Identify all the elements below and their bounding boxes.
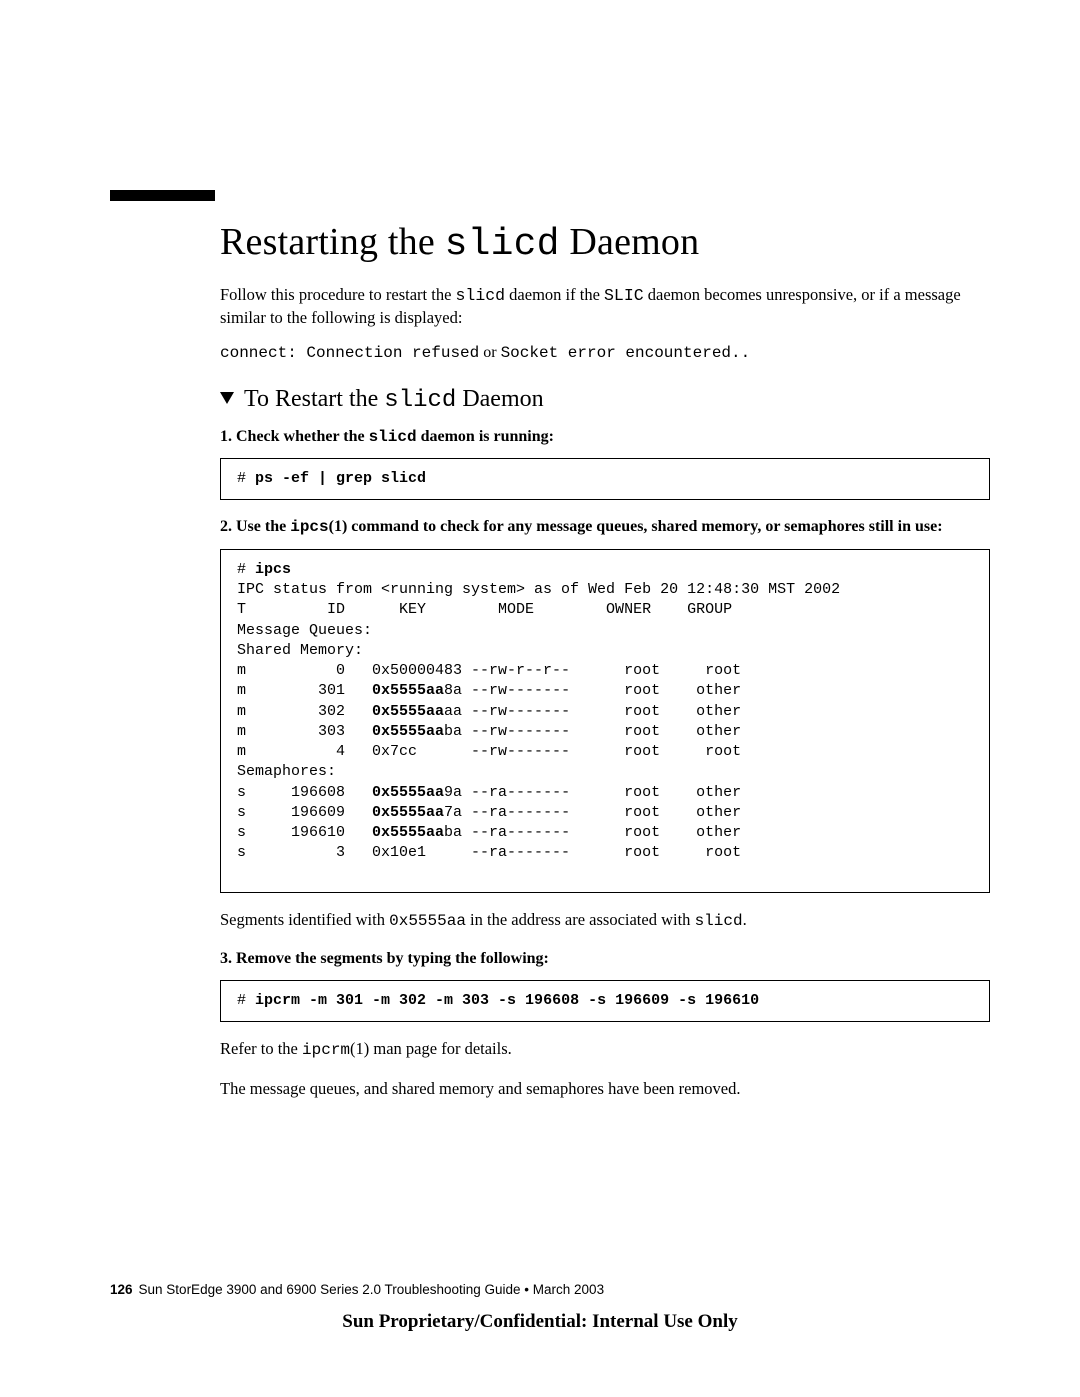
sub-pre: To Restart the (244, 386, 384, 412)
section-rule (110, 190, 215, 201)
page-title: Restarting the slicd Daemon (220, 220, 990, 266)
connect-b: Socket error encountered.. (501, 344, 751, 362)
sub-post: Daemon (456, 386, 543, 412)
intro-mono2: SLIC (604, 286, 644, 305)
procedure-heading: To Restart the slicd Daemon (220, 386, 990, 414)
title-post: Daemon (560, 221, 700, 263)
code-block-ipcs: # ipcs IPC status from <running system> … (220, 549, 990, 893)
step-1-label: Check whether the slicd daemon is runnin… (220, 428, 554, 445)
confidential-notice: Sun Proprietary/Confidential: Internal U… (0, 1311, 1080, 1333)
intro-mono1: slicd (456, 286, 506, 305)
connect-a: connect: Connection refused (220, 344, 479, 362)
sub-mono: slicd (384, 387, 456, 414)
code1-cmd: ps -ef | grep slicd (255, 470, 426, 487)
footer-text: Sun StorEdge 3900 and 6900 Series 2.0 Tr… (139, 1282, 605, 1297)
intro-a: Follow this procedure to restart the (220, 285, 456, 304)
title-pre: Restarting the (220, 221, 445, 263)
steps-list: Check whether the slicd daemon is runnin… (220, 426, 990, 1100)
page-number: 126 (110, 1282, 133, 1297)
step-2: Use the ipcs(1) command to check for any… (220, 516, 990, 932)
sm-row-4: m 4 0x7cc --rw------- root root (237, 743, 741, 760)
ipcs-columns: T ID KEY MODE OWNER GROUP (237, 601, 732, 618)
refer-note: Refer to the ipcrm(1) man page for detai… (220, 1038, 990, 1062)
ipcs-header: IPC status from <running system> as of W… (237, 581, 840, 598)
code-block-ipcrm: # ipcrm -m 301 -m 302 -m 303 -s 196608 -… (220, 980, 990, 1022)
ipcs-sm: Shared Memory: (237, 642, 363, 659)
intro-b: daemon if the (505, 285, 604, 304)
page: Restarting the slicd Daemon Follow this … (0, 0, 1080, 1397)
ipcs-se: Semaphores: (237, 763, 336, 780)
segments-note: Segments identified with 0x5555aa in the… (220, 909, 990, 933)
intro-paragraph: Follow this procedure to restart the sli… (220, 284, 990, 330)
step-1: Check whether the slicd daemon is runnin… (220, 426, 990, 501)
page-footer: 126 Sun StorEdge 3900 and 6900 Series 2.0… (110, 1282, 604, 1297)
step-2-label: Use the ipcs(1) command to check for any… (220, 518, 943, 535)
connect-message: connect: Connection refused or Socket er… (220, 344, 990, 362)
code-block-ps: # ps -ef | grep slicd (220, 458, 990, 500)
removed-note: The message queues, and shared memory an… (220, 1078, 990, 1100)
se-row-4: s 3 0x10e1 --ra------- root root (237, 844, 741, 861)
sm-row-0: m 0 0x50000483 --rw-r--r-- root root (237, 662, 741, 679)
ipcs-mq: Message Queues: (237, 622, 372, 639)
connect-or: or (479, 344, 500, 361)
code1-prompt: # (237, 470, 255, 487)
step-3: Remove the segments by typing the follow… (220, 948, 990, 1100)
triangle-down-icon (220, 392, 234, 404)
code3-cmd: ipcrm -m 301 -m 302 -m 303 -s 196608 -s … (255, 992, 759, 1009)
title-mono: slicd (445, 223, 560, 266)
step-3-label: Remove the segments by typing the follow… (220, 950, 549, 967)
